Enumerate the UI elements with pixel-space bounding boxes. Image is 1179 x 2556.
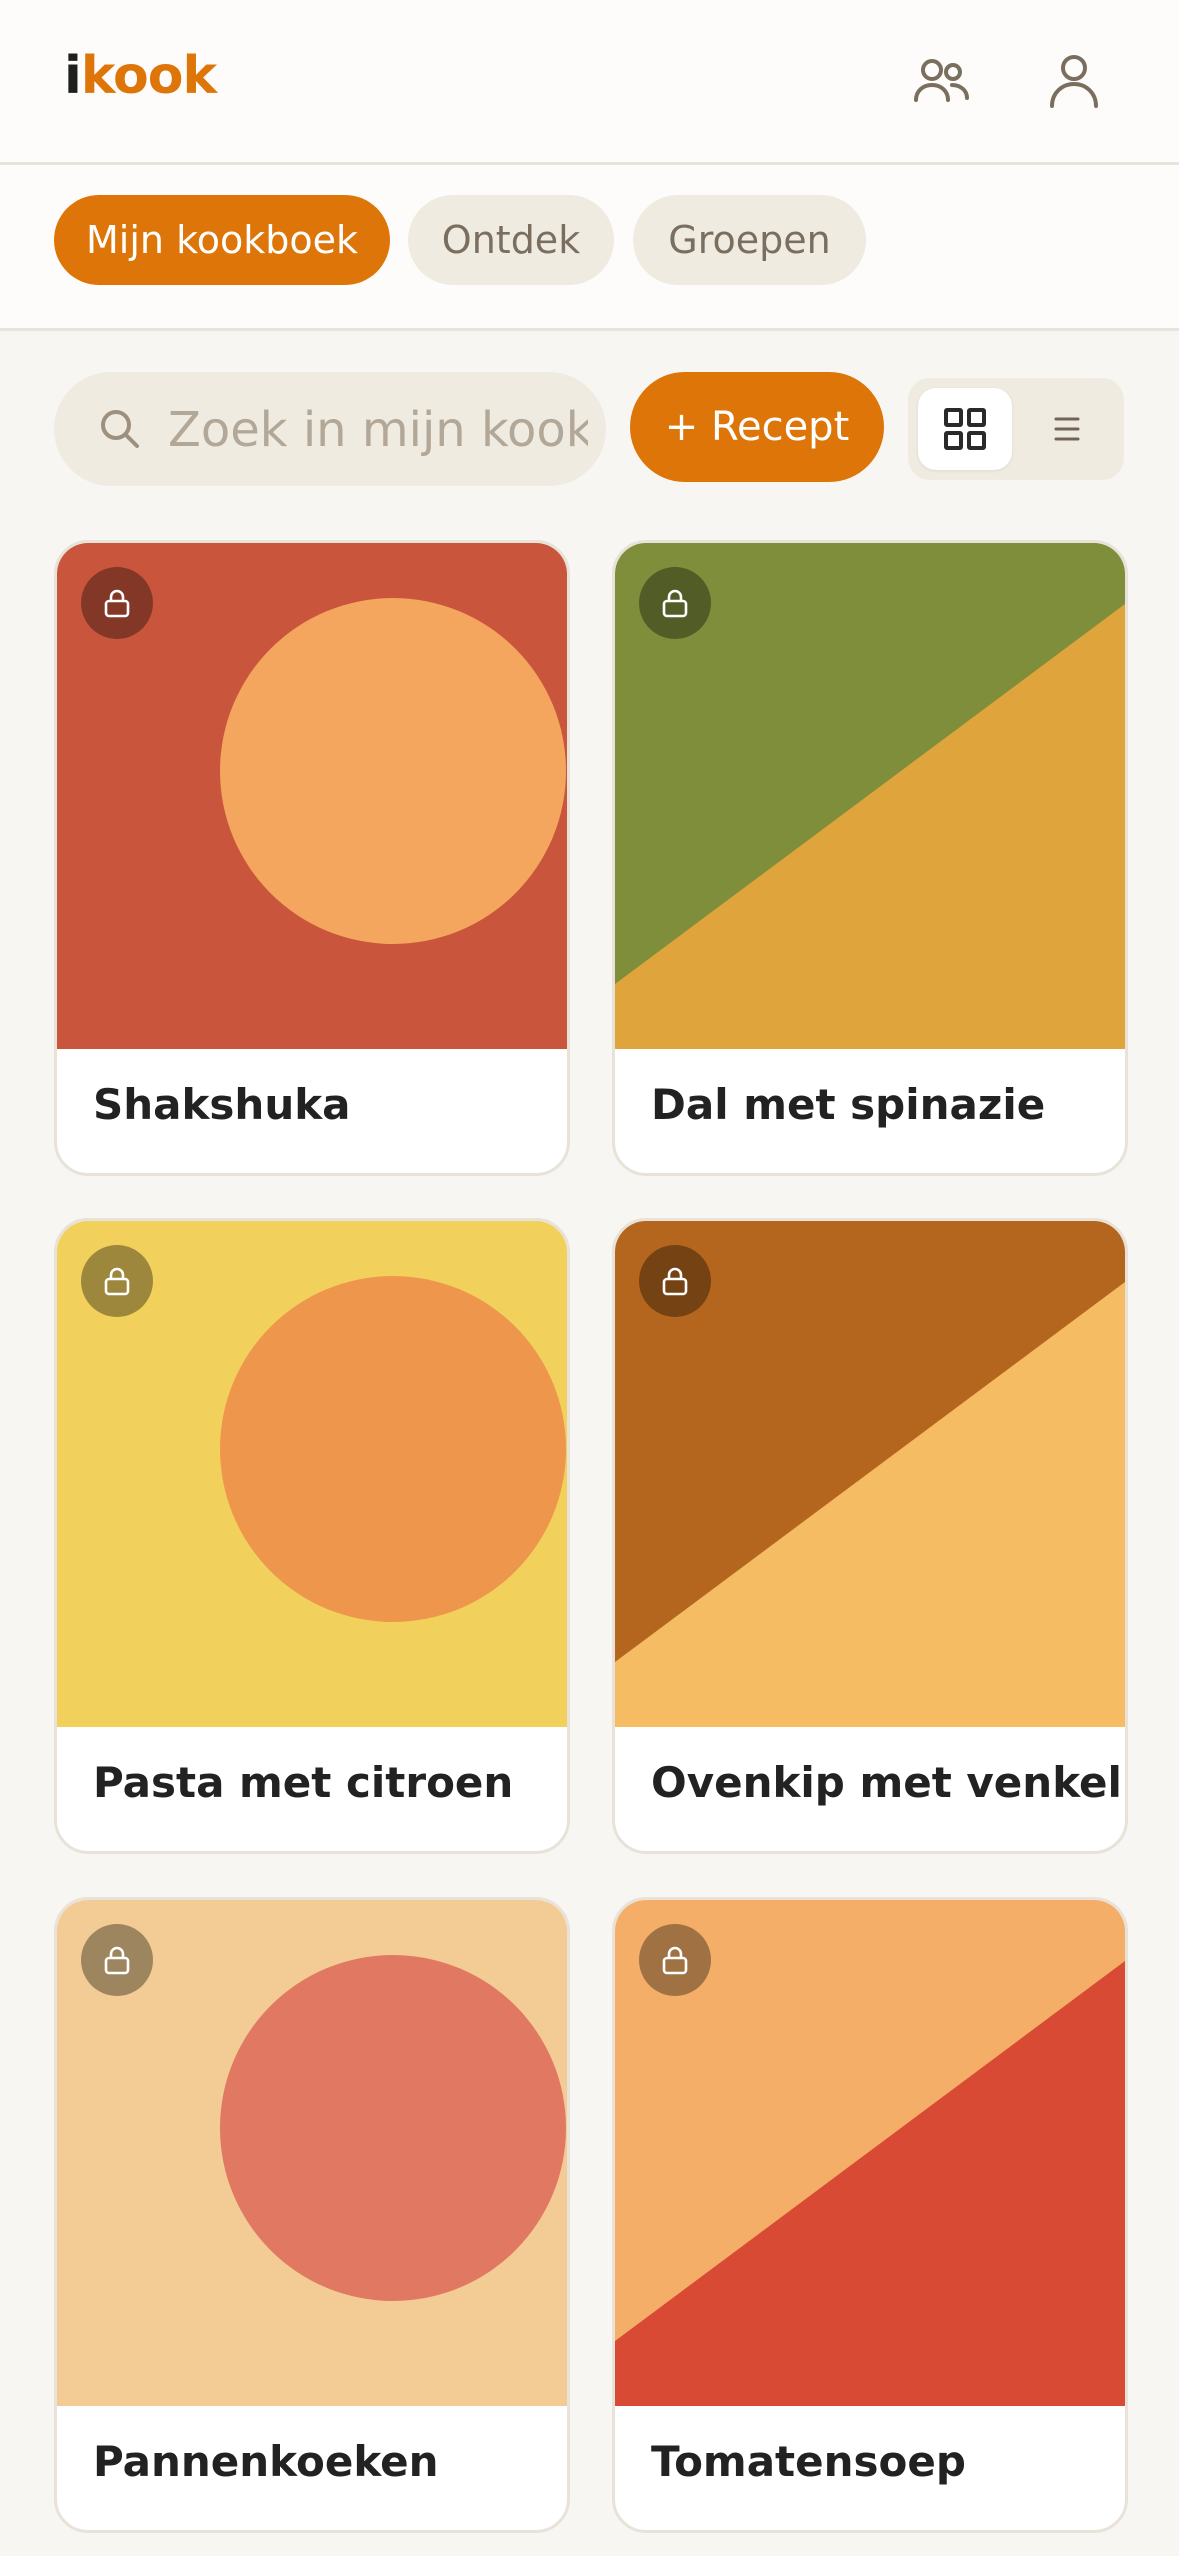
- lock-icon: [81, 1245, 153, 1317]
- app-header: ikook: [0, 0, 1179, 165]
- recipe-title: Tomatensoep: [651, 2437, 966, 2486]
- list-icon: [1054, 417, 1080, 441]
- grid-view-button[interactable]: [918, 388, 1012, 470]
- recipe-card[interactable]: Pannenkoeken: [54, 1897, 570, 2533]
- search-input[interactable]: [166, 372, 590, 486]
- logo-i: i: [64, 46, 82, 106]
- view-toggle: [908, 378, 1124, 480]
- section-tabs: Mijn kookboek Ontdek Groepen: [0, 165, 1179, 331]
- list-view-button[interactable]: [1020, 388, 1114, 470]
- recipe-card[interactable]: Pasta met citroen: [54, 1218, 570, 1854]
- recipe-card[interactable]: Tomatensoep: [612, 1897, 1128, 2533]
- app-logo[interactable]: ikook: [64, 46, 217, 106]
- search-icon: [101, 410, 139, 448]
- recipe-title: Dal met spinazie: [651, 1080, 1046, 1129]
- recipe-card[interactable]: Dal met spinazie: [612, 540, 1128, 1176]
- recipe-title: Ovenkip met venkel: [651, 1758, 1122, 1807]
- lock-icon: [81, 567, 153, 639]
- grid-icon: [944, 408, 986, 450]
- tab-groepen[interactable]: Groepen: [633, 195, 866, 285]
- recipe-title: Pasta met citroen: [93, 1758, 514, 1807]
- search-bar[interactable]: [54, 372, 606, 486]
- users-icon[interactable]: [910, 50, 974, 114]
- lock-icon: [639, 567, 711, 639]
- recipe-card[interactable]: Shakshuka: [54, 540, 570, 1176]
- recipe-card[interactable]: Ovenkip met venkel: [612, 1218, 1128, 1854]
- add-recipe-button[interactable]: + Recept: [630, 372, 884, 482]
- lock-icon: [81, 1924, 153, 1996]
- lock-icon: [639, 1245, 711, 1317]
- recipe-title: Pannenkoeken: [93, 2437, 439, 2486]
- logo-kook: kook: [80, 46, 217, 106]
- user-icon[interactable]: [1042, 50, 1106, 114]
- tab-mijn-kookboek[interactable]: Mijn kookboek: [54, 195, 390, 285]
- recipe-title: Shakshuka: [93, 1080, 351, 1129]
- lock-icon: [639, 1924, 711, 1996]
- tab-ontdek[interactable]: Ontdek: [408, 195, 614, 285]
